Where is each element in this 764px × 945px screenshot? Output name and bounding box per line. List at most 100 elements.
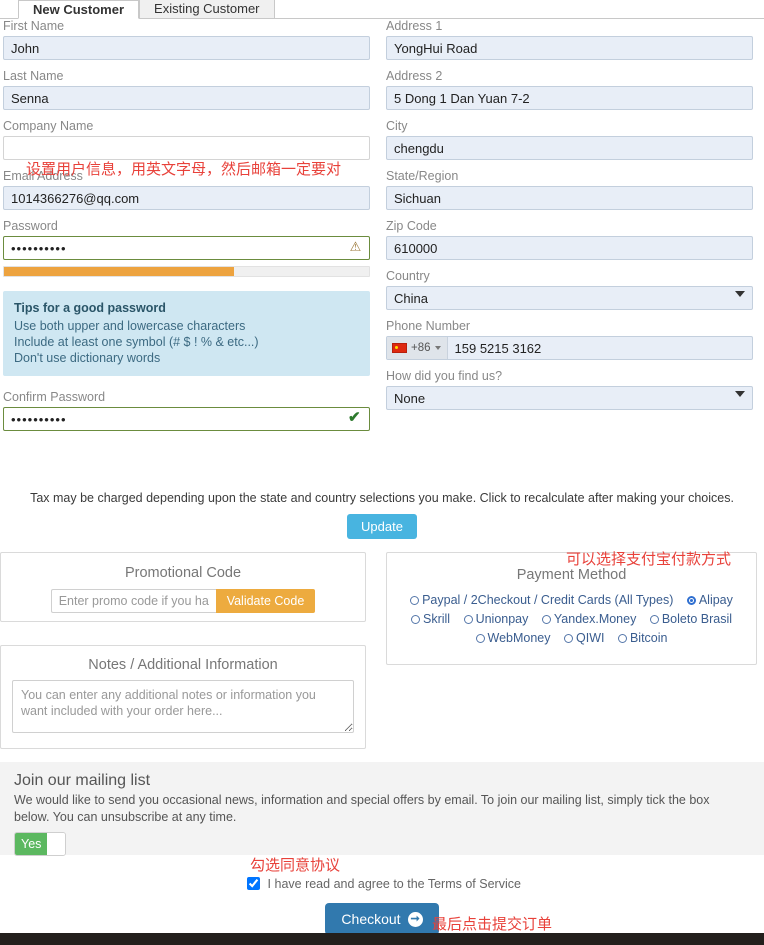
country-group: Country China	[386, 269, 753, 310]
payment-options: Paypal / 2Checkout / Credit Cards (All T…	[387, 591, 756, 648]
country-select[interactable]: China	[386, 286, 753, 310]
payment-option-yandex-money[interactable]: Yandex.Money	[541, 610, 637, 629]
validate-code-button[interactable]: Validate Code	[215, 589, 316, 613]
radio-icon[interactable]	[649, 615, 659, 624]
last-name-group: Last Name	[3, 69, 370, 110]
payment-options-row: WebMoney QIWI Bitcoin	[387, 629, 756, 648]
update-button[interactable]: Update	[347, 514, 417, 539]
chevron-down-icon	[434, 346, 441, 350]
zip-label: Zip Code	[386, 219, 437, 233]
payment-option-boleto-brasil[interactable]: Boleto Brasil	[649, 610, 732, 629]
payment-option-label: QIWI	[576, 631, 605, 645]
last-name-input[interactable]	[3, 86, 370, 110]
notes-textarea[interactable]	[12, 680, 354, 733]
radio-icon[interactable]	[541, 615, 551, 624]
state-input[interactable]	[386, 186, 753, 210]
terms-label: I have read and agree to the Terms of Se…	[267, 877, 521, 891]
promotional-code-panel: Promotional Code Validate Code	[0, 552, 366, 622]
checkout-row: Checkout ➞	[0, 903, 764, 935]
mailing-list-toggle[interactable]: Yes	[14, 832, 66, 856]
city-input[interactable]	[386, 136, 753, 160]
radio-icon[interactable]	[617, 634, 627, 643]
payment-option-webmoney[interactable]: WebMoney	[475, 629, 551, 648]
email-input[interactable]	[3, 186, 370, 210]
confirm-password-group: Confirm Password ✔	[3, 390, 370, 431]
first-name-label: First Name	[3, 19, 65, 33]
address2-input[interactable]	[386, 86, 753, 110]
tab-existing-customer[interactable]: Existing Customer	[139, 0, 275, 18]
password-input[interactable]	[3, 236, 370, 260]
payment-option-label: Unionpay	[475, 612, 529, 626]
password-tips-box: Tips for a good password Use both upper …	[3, 291, 370, 376]
payment-options-row: Skrill Unionpay Yandex.Money Boleto Bras…	[387, 610, 756, 629]
tax-notice-section: Tax may be charged depending upon the st…	[0, 491, 764, 539]
payment-option-unionpay[interactable]: Unionpay	[463, 610, 529, 629]
promo-input-row: Validate Code	[1, 589, 365, 613]
checkout-button[interactable]: Checkout ➞	[325, 903, 439, 935]
payment-option-alipay[interactable]: Alipay	[686, 591, 733, 610]
payment-option-label: Alipay	[698, 593, 733, 607]
payment-option-paypal[interactable]: Paypal / 2Checkout / Credit Cards (All T…	[410, 591, 673, 610]
payment-method-panel: Payment Method Paypal / 2Checkout / Cred…	[386, 552, 757, 665]
address1-label: Address 1	[386, 19, 443, 33]
terms-row: I have read and agree to the Terms of Se…	[0, 874, 764, 893]
find-us-select[interactable]: None	[386, 386, 753, 410]
payment-option-label: WebMoney	[487, 631, 551, 645]
payment-option-skrill[interactable]: Skrill	[410, 610, 451, 629]
phone-number-input[interactable]	[447, 337, 752, 359]
password-strength-bar	[3, 266, 370, 277]
payment-option-bitcoin[interactable]: Bitcoin	[617, 629, 667, 648]
address1-input[interactable]	[386, 36, 753, 60]
address2-label: Address 2	[386, 69, 443, 83]
phone-input-wrapper: +86	[386, 336, 753, 360]
confirm-password-input[interactable]	[3, 407, 370, 431]
company-name-group: Company Name	[3, 119, 370, 160]
password-strength-fill	[4, 267, 234, 276]
payment-option-label: Skrill	[422, 612, 451, 626]
payment-option-qiwi[interactable]: QIWI	[564, 629, 604, 648]
toggle-knob	[47, 833, 65, 855]
terms-checkbox[interactable]	[247, 877, 261, 890]
radio-icon[interactable]	[463, 615, 473, 624]
radio-icon[interactable]	[410, 615, 420, 624]
payment-option-label: Paypal / 2Checkout / Credit Cards (All T…	[422, 593, 674, 607]
zip-input[interactable]	[386, 236, 753, 260]
form-right-column: Address 1 Address 2 City State/Region Zi…	[386, 19, 753, 419]
mailing-list-toggle-label: Yes	[15, 833, 48, 855]
phone-country-code-selector[interactable]: +86	[387, 337, 448, 359]
radio-icon[interactable]	[564, 634, 573, 643]
confirm-password-label: Confirm Password	[3, 390, 106, 404]
state-label: State/Region	[386, 169, 459, 183]
email-group: Email Address	[3, 169, 370, 210]
mailing-list-body: We would like to send you occasional new…	[14, 793, 710, 824]
payment-option-label: Yandex.Money	[553, 612, 637, 626]
password-wrapper: ⚠	[3, 236, 370, 260]
zip-group: Zip Code	[386, 219, 753, 260]
annotation-terms: 勾选同意协议	[250, 856, 341, 874]
radio-icon[interactable]	[475, 634, 485, 643]
city-group: City	[386, 119, 753, 160]
password-tip-line: Use both upper and lowercase characters	[14, 319, 246, 333]
footer-bar	[0, 933, 764, 945]
checkout-page: New Customer Existing Customer First Nam…	[0, 0, 764, 945]
state-group: State/Region	[386, 169, 753, 210]
payment-method-title: Payment Method	[516, 567, 627, 583]
company-name-input[interactable]	[3, 136, 370, 160]
promo-code-input[interactable]	[50, 589, 216, 613]
city-label: City	[386, 119, 408, 133]
radio-icon[interactable]	[410, 596, 420, 605]
country-label: Country	[386, 269, 430, 283]
mailing-list-section: Join our mailing list We would like to s…	[0, 762, 764, 856]
arrow-right-icon: ➞	[407, 911, 423, 927]
tab-new-customer[interactable]: New Customer	[18, 0, 140, 19]
radio-selected-icon[interactable]	[686, 596, 696, 605]
last-name-label: Last Name	[3, 69, 64, 83]
confirm-password-wrapper: ✔	[3, 407, 370, 431]
tax-notice-text: Tax may be charged depending upon the st…	[30, 491, 734, 505]
phone-label: Phone Number	[386, 319, 471, 333]
first-name-input[interactable]	[3, 36, 370, 60]
password-label: Password	[3, 219, 58, 233]
password-tip-line: Don't use dictionary words	[14, 351, 161, 365]
password-tip-line: Include at least one symbol (# $ ! % & e…	[14, 335, 259, 349]
warning-triangle-icon: ⚠	[349, 239, 362, 254]
